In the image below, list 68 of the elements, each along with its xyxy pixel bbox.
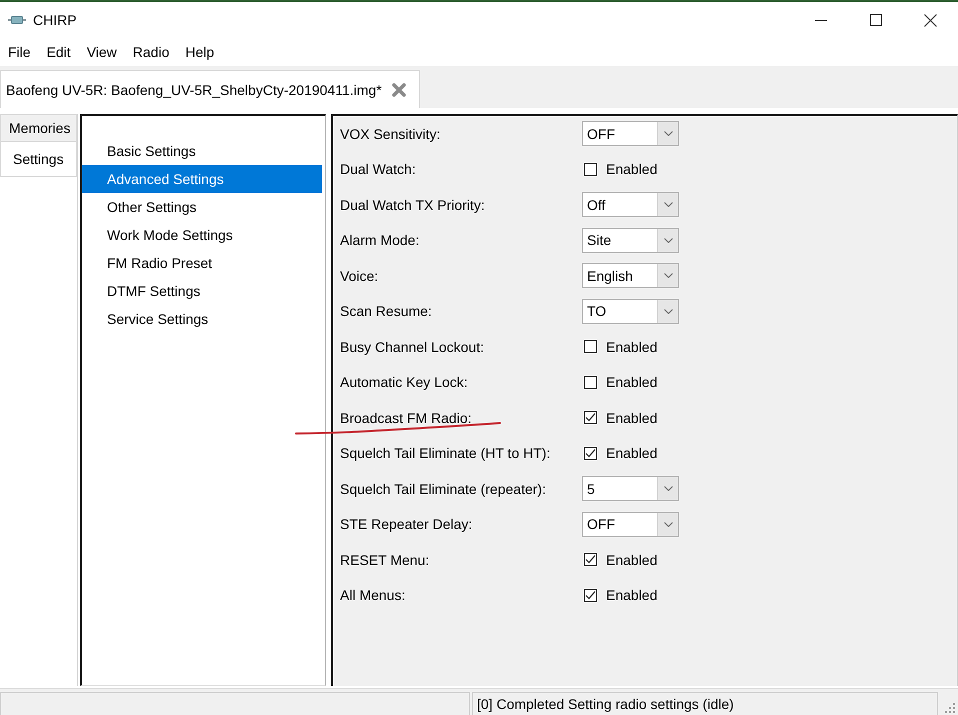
checkbox[interactable] <box>584 376 597 389</box>
checkbox-label[interactable]: Enabled <box>606 374 658 390</box>
chevron-down-icon <box>664 522 672 527</box>
setting-label: All Menus: <box>340 587 406 604</box>
chevron-down-icon <box>664 238 672 243</box>
status-text: [0] Completed Setting radio settings (idle) <box>477 696 734 712</box>
side-tab[interactable]: Memories <box>0 114 77 142</box>
setting-label: Alarm Mode: <box>340 232 420 248</box>
dropdown[interactable]: Off <box>582 192 679 218</box>
chevron-down-icon <box>664 308 672 314</box>
size-grip-icon <box>945 703 955 713</box>
checkmark-icon <box>585 412 596 424</box>
settings-group-item[interactable]: Advanced Settings <box>82 165 322 193</box>
chevron-down-icon <box>664 202 672 208</box>
checkbox-label[interactable]: Enabled <box>606 587 658 604</box>
dropdown[interactable]: 5 <box>582 476 679 502</box>
settings-group-item[interactable]: DTMF Settings <box>82 277 322 305</box>
settings-group-item[interactable]: Other Settings <box>82 193 322 221</box>
dropdown[interactable]: Site <box>582 228 679 253</box>
settings-group-item[interactable]: Basic Settings <box>82 137 322 165</box>
device-icon <box>8 16 26 24</box>
checkmark-icon <box>585 554 596 566</box>
checkbox[interactable] <box>584 340 597 354</box>
checkbox-label[interactable]: Enabled <box>606 410 658 426</box>
setting-label: Dual Watch TX Priority: <box>340 196 486 213</box>
setting-label: Squelch Tail Eliminate (HT to HT): <box>340 445 552 462</box>
checkbox-label[interactable]: Enabled <box>606 161 658 178</box>
checkbox[interactable] <box>584 162 597 176</box>
setting-label: Dual Watch: <box>340 161 417 178</box>
menu-item[interactable]: File <box>0 44 39 60</box>
document-tab[interactable]: Baofeng UV-5R: Baofeng_UV-5R_ShelbyCty-20190411.img* <box>0 70 420 108</box>
menu-item[interactable]: View <box>78 44 125 60</box>
checkbox-label[interactable]: Enabled <box>606 338 658 355</box>
dropdown[interactable]: English <box>582 263 679 288</box>
setting-label: Busy Channel Lockout: <box>340 338 485 355</box>
settings-group-item[interactable]: Service Settings <box>82 305 322 333</box>
setting-label: Automatic Key Lock: <box>340 374 469 390</box>
checkbox[interactable] <box>584 446 597 460</box>
close-icon <box>924 14 937 26</box>
checkbox[interactable] <box>584 411 597 424</box>
window-title: CHIRP <box>33 12 77 28</box>
setting-label: Broadcast FM Radio: <box>340 410 472 426</box>
menu-item[interactable]: Radio <box>124 44 178 60</box>
checkbox[interactable] <box>584 553 597 566</box>
checkbox-label[interactable]: Enabled <box>606 552 658 568</box>
menu-item[interactable]: Help <box>177 44 222 60</box>
close-icon[interactable] <box>392 82 406 96</box>
chevron-down-icon <box>664 131 672 136</box>
menu-item[interactable]: Edit <box>38 44 79 60</box>
maximize-icon <box>870 14 882 26</box>
setting-label: Squelch Tail Eliminate (repeater): <box>340 480 547 497</box>
dropdown[interactable]: OFF <box>582 512 679 537</box>
setting-label: VOX Sensitivity: <box>340 126 442 142</box>
setting-label: RESET Menu: <box>340 552 430 568</box>
setting-label: Voice: <box>340 268 380 284</box>
checkbox[interactable] <box>584 588 597 602</box>
checkmark-icon <box>585 448 596 459</box>
setting-label: Scan Resume: <box>340 303 433 320</box>
side-tab[interactable]: Settings <box>0 142 77 177</box>
chevron-down-icon <box>664 273 672 278</box>
checkbox-label[interactable]: Enabled <box>606 445 658 462</box>
dropdown[interactable]: OFF <box>582 121 679 146</box>
chevron-down-icon <box>664 486 672 492</box>
setting-label: STE Repeater Delay: <box>340 516 474 532</box>
dropdown[interactable]: TO <box>582 298 679 324</box>
settings-group-item[interactable]: FM Radio Preset <box>82 249 322 277</box>
settings-group-item[interactable]: Work Mode Settings <box>82 221 322 249</box>
checkmark-icon <box>585 590 596 601</box>
